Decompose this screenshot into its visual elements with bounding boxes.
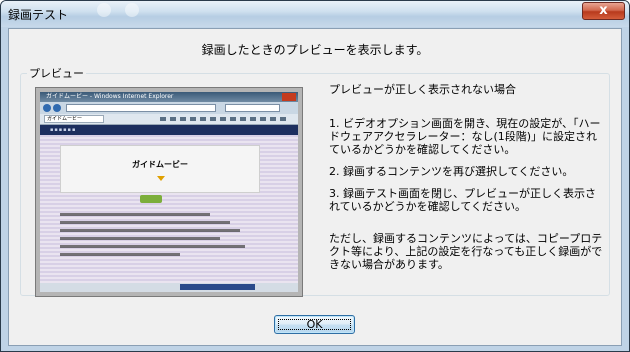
preview-screen: ガイドムービー - Windows Internet Explorer ガイドム…	[40, 92, 298, 292]
thumb-toolbar-icons	[160, 117, 290, 121]
thumb-text-line	[60, 245, 245, 248]
thumb-browser-titlebar: ガイドムービー - Windows Internet Explorer	[40, 92, 298, 102]
thumb-arrow-icon	[157, 176, 165, 181]
thumb-page-logo: ▪▪▪▪▪▪	[50, 127, 77, 133]
titlebar-glare	[125, 3, 139, 17]
thumb-play-button	[140, 195, 162, 203]
thumb-status-bar	[40, 283, 298, 292]
thumb-tab-row: ガイドムービー	[40, 114, 298, 125]
thumb-text-line	[60, 253, 180, 256]
dialog-window: 録画テスト x 録画したときのプレビューを表示します。 プレビュー ガイドムービ…	[0, 0, 630, 352]
title-bar[interactable]: 録画テスト x	[1, 1, 629, 27]
thumb-page-header: ▪▪▪▪▪▪	[40, 125, 298, 135]
help-title: プレビューが正しく表示されない場合	[329, 83, 516, 96]
thumb-text-line	[60, 221, 230, 224]
thumb-tab: ガイドムービー	[44, 115, 104, 123]
thumb-movie-title: ガイドムービー	[132, 160, 188, 169]
help-step-1: 1. ビデオオプション画面を開き、現在の設定が、「ハードウェアアクセラレーター：…	[329, 117, 601, 156]
thumb-text-line	[60, 237, 220, 240]
window-title: 録画テスト	[8, 8, 69, 22]
thumb-forward-icon	[53, 104, 61, 112]
help-note: ただし、録画するコンテンツによっては、コピープロテクト等により、上記の設定を行な…	[329, 232, 603, 271]
thumb-address-bar	[66, 104, 216, 112]
thumb-back-icon	[43, 104, 51, 112]
thumb-address-row	[40, 102, 298, 114]
thumb-close-icon	[282, 93, 296, 101]
thumb-search-box	[225, 104, 280, 112]
thumb-browser-title: ガイドムービー - Windows Internet Explorer	[46, 93, 174, 100]
ok-button-label: OK	[306, 318, 323, 331]
ok-button[interactable]: OK	[274, 315, 355, 334]
thumb-movie-box: ガイドムービー	[60, 145, 260, 193]
help-step-3: 3. 録画テスト画面を閉じ、プレビューが正しく表示されているかどうかを確認してく…	[329, 187, 596, 213]
preview-thumbnail: ガイドムービー - Windows Internet Explorer ガイドム…	[35, 87, 303, 297]
thumb-text-line	[60, 229, 240, 232]
thumb-text-line	[60, 213, 210, 216]
thumb-page: ▪▪▪▪▪▪ ガイドムービー	[40, 125, 298, 283]
titlebar-glare	[97, 3, 111, 17]
dialog-heading: 録画したときのプレビューを表示します。	[201, 43, 429, 57]
thumb-status-zone	[180, 284, 255, 290]
help-step-2: 2. 録画するコンテンツを再び選択してください。	[329, 165, 574, 178]
close-icon: x	[599, 3, 608, 18]
preview-group-legend: プレビュー	[29, 67, 84, 80]
close-button[interactable]: x	[582, 2, 625, 20]
